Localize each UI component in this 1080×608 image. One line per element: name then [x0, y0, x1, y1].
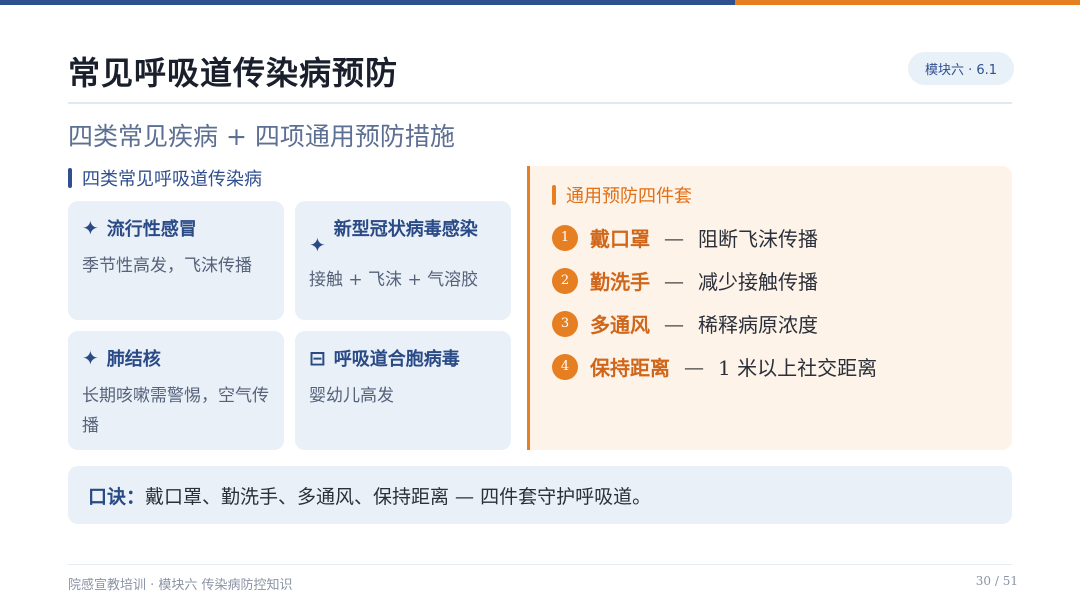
separator-dash: — — [684, 354, 704, 379]
prevention-name: 多通风 — [590, 313, 650, 337]
motto-text: 戴口罩、勤洗手、多通风、保持距离 — 四件套守护呼吸道。 — [145, 485, 652, 508]
footer-divider — [68, 564, 1012, 565]
prevention-item: 2 勤洗手 — 减少接触传播 — [552, 266, 818, 295]
prevention-name: 保持距离 — [590, 356, 670, 380]
disease-card-header: ✦ 新型冠状病毒感染 — [309, 215, 497, 257]
heading-marker — [552, 185, 556, 205]
separator-dash: — — [664, 311, 684, 336]
disease-card-covid: ✦ 新型冠状病毒感染 接触 + 飞沫 + 气溶胶 — [295, 201, 511, 320]
number-badge: 4 — [552, 353, 578, 380]
separator-dash: — — [664, 268, 684, 293]
prevention-name: 勤洗手 — [590, 270, 650, 294]
prevention-item: 4 保持距离 — 1 米以上社交距离 — [552, 352, 877, 381]
disease-card-title: 流行性感冒 — [106, 219, 197, 240]
disease-card-desc: 婴幼儿高发 — [309, 386, 394, 406]
disease-card-rsv: ⊟ 呼吸道合胞病毒 婴幼儿高发 — [295, 331, 511, 450]
prevention-text: 1 米以上社交距离 — [718, 356, 878, 380]
title-divider — [68, 102, 1012, 104]
disease-card-title: 呼吸道合胞病毒 — [333, 349, 460, 370]
prevention-panel: 通用预防四件套 1 戴口罩 — 阻断飞沫传播 2 勤洗手 — 减少接触传播 3 … — [527, 166, 1012, 450]
boxed-minus-icon: ⊟ — [309, 346, 326, 370]
page-subtitle: 四类常见疾病 + 四项通用预防措施 — [68, 122, 455, 151]
motto-box: 口诀： 戴口罩、勤洗手、多通风、保持距离 — 四件套守护呼吸道。 — [68, 466, 1012, 524]
separator-dash: — — [664, 225, 684, 250]
prevention-name: 戴口罩 — [590, 227, 650, 251]
prevention-text: 减少接触传播 — [698, 270, 818, 294]
disease-card-title: 肺结核 — [106, 349, 161, 370]
prevention-heading: 通用预防四件套 — [552, 182, 692, 208]
disease-card-tuberculosis: ✦ 肺结核 长期咳嗽需警惕，空气传播 — [68, 331, 284, 450]
disease-card-title: 新型冠状病毒感染 — [333, 219, 478, 240]
sparkle-icon: ✦ — [82, 346, 99, 370]
number-badge: 1 — [552, 224, 578, 251]
page-number: 30 / 51 — [975, 574, 1018, 588]
page-title: 常见呼吸道传染病预防 — [68, 54, 399, 92]
diseases-section-heading: 四类常见呼吸道传染病 — [68, 166, 262, 190]
prevention-heading-text: 通用预防四件套 — [566, 186, 692, 207]
prevention-text: 阻断飞沫传播 — [698, 227, 818, 251]
disease-card-desc: 接触 + 飞沫 + 气溶胶 — [309, 270, 479, 290]
top-accent-bar — [0, 0, 1080, 5]
prevention-item: 3 多通风 — 稀释病原浓度 — [552, 309, 818, 338]
sparkle-icon: ✦ — [82, 216, 99, 240]
disease-card-desc: 长期咳嗽需警惕，空气传播 — [82, 386, 269, 436]
heading-marker — [68, 168, 72, 188]
disease-card-desc: 季节性高发，飞沫传播 — [82, 256, 252, 276]
module-badge: 模块六 · 6.1 — [908, 52, 1014, 85]
prevention-item: 1 戴口罩 — 阻断飞沫传播 — [552, 223, 818, 252]
footer-course-title: 院感宣教培训 · 模块六 传染病防控知识 — [68, 578, 293, 593]
motto-label: 口诀： — [88, 485, 146, 508]
disease-card-header: ⊟ 呼吸道合胞病毒 — [309, 345, 497, 371]
top-bar-orange — [735, 0, 1080, 5]
top-bar-blue — [0, 0, 735, 5]
prevention-text: 稀释病原浓度 — [698, 313, 818, 337]
disease-card-header: ✦ 流行性感冒 — [82, 215, 270, 241]
diseases-heading-text: 四类常见呼吸道传染病 — [82, 169, 262, 190]
disease-card-influenza: ✦ 流行性感冒 季节性高发，飞沫传播 — [68, 201, 284, 320]
number-badge: 3 — [552, 310, 578, 337]
number-badge: 2 — [552, 267, 578, 294]
sparkle-icon: ✦ — [309, 233, 326, 257]
disease-card-header: ✦ 肺结核 — [82, 345, 270, 371]
